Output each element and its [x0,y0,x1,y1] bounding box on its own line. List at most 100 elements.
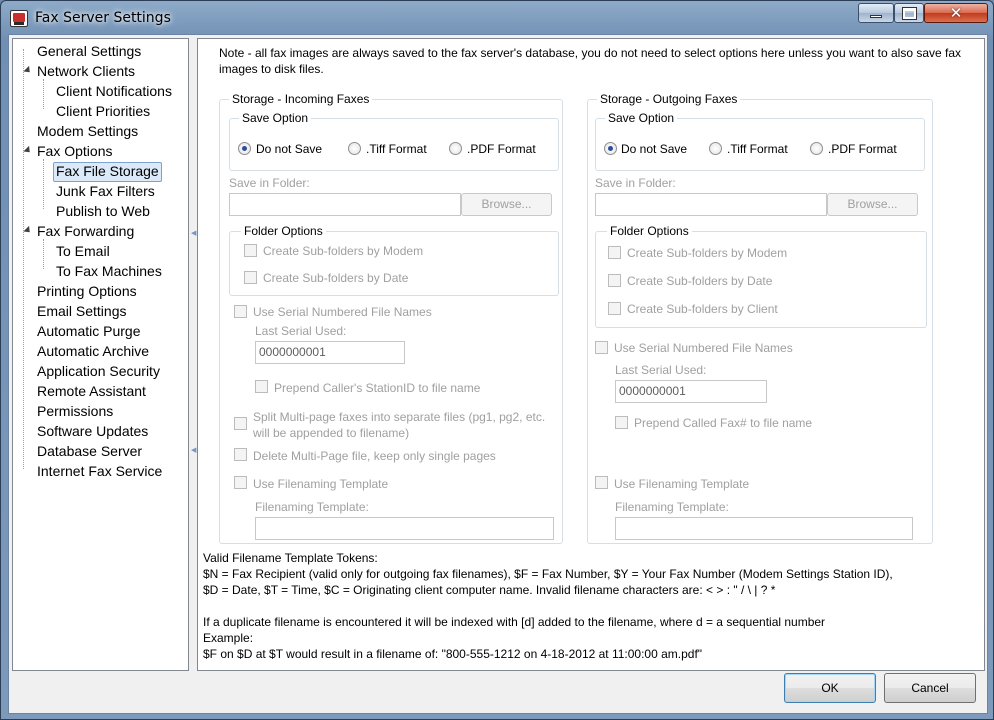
incoming-radio-tiff-label[interactable]: .Tiff Format [366,142,427,156]
incoming-serial-label[interactable]: Use Serial Numbered File Names [253,305,432,319]
tree-guide-line [43,239,44,269]
incoming-save-option-title: Save Option [239,111,312,125]
outgoing-template-field-label: Filenaming Template: [615,500,729,514]
incoming-radio-do-not-save-label[interactable]: Do not Save [256,142,322,156]
incoming-sub-modem-label[interactable]: Create Sub-folders by Modem [263,244,423,258]
outgoing-save-option-title: Save Option [605,111,678,125]
incoming-template-label[interactable]: Use Filenaming Template [253,477,388,491]
outgoing-radio-tiff[interactable] [709,142,722,155]
outgoing-folder-options-title: Folder Options [607,224,692,238]
tree-item-email-settings[interactable]: Email Settings [35,302,128,322]
outgoing-sub-client-label[interactable]: Create Sub-folders by Client [627,302,778,316]
outgoing-prepend-label[interactable]: Prepend Called Fax# to file name [634,416,812,430]
incoming-folder-input[interactable] [229,193,461,216]
tree-item-to-email[interactable]: To Email [54,242,112,262]
outgoing-last-serial-input[interactable]: 0000000001 [615,380,767,403]
dialog-body: General Settings Network Clients Client … [8,34,988,714]
fax-app-icon [10,10,28,27]
outgoing-sub-date-label[interactable]: Create Sub-folders by Date [627,274,772,288]
close-button[interactable]: ✕ [924,3,988,23]
expand-arrow-icon[interactable] [23,225,33,236]
help-line: $N = Fax Recipient (valid only for outgo… [203,567,893,581]
tree-guide-line [23,49,24,469]
tree-item-network-clients[interactable]: Network Clients [35,62,137,82]
outgoing-radio-pdf[interactable] [810,142,823,155]
outgoing-template-checkbox[interactable] [595,476,608,489]
splitter-arrow-icon: ◀ [191,230,197,237]
tree-item-modem-settings[interactable]: Modem Settings [35,122,140,142]
incoming-browse-button[interactable]: Browse... [461,193,552,216]
outgoing-radio-tiff-label[interactable]: .Tiff Format [727,142,788,156]
incoming-delete-multi-checkbox[interactable] [234,448,247,461]
incoming-radio-pdf-label[interactable]: .PDF Format [467,142,536,156]
outgoing-browse-button[interactable]: Browse... [827,193,918,216]
incoming-save-option-group: Save Option Do not Save .Tiff Format .PD… [229,111,559,171]
incoming-save-folder-label: Save in Folder: [229,176,310,190]
outgoing-sub-client-checkbox[interactable] [608,302,621,315]
incoming-sub-date-label[interactable]: Create Sub-folders by Date [263,271,408,285]
incoming-delete-multi-label[interactable]: Delete Multi-Page file, keep only single… [253,449,496,463]
outgoing-last-serial-label: Last Serial Used: [615,363,707,377]
tree-item-fax-options[interactable]: Fax Options [35,142,114,162]
tree-item-application-security[interactable]: Application Security [35,362,162,382]
outgoing-radio-do-not-save-label[interactable]: Do not Save [621,142,687,156]
incoming-template-input[interactable] [255,517,554,540]
settings-window: Fax Server Settings ✕ General Settings N… [0,0,994,720]
tree-item-junk-fax-filters[interactable]: Junk Fax Filters [54,182,157,202]
incoming-last-serial-input[interactable]: 0000000001 [255,341,405,364]
tree-item-software-updates[interactable]: Software Updates [35,422,150,442]
outgoing-template-input[interactable] [615,517,913,540]
outgoing-storage-title: Storage - Outgoing Faxes [597,92,741,106]
tree-item-printing-options[interactable]: Printing Options [35,282,139,302]
tree-item-internet-fax-service[interactable]: Internet Fax Service [35,462,164,482]
incoming-last-serial-label: Last Serial Used: [255,324,347,338]
tree-item-remote-assistant[interactable]: Remote Assistant [35,382,148,402]
expand-arrow-icon[interactable] [23,65,33,76]
incoming-split-label[interactable]: Split Multi-page faxes into separate fil… [253,409,558,441]
maximize-button[interactable] [894,3,924,23]
incoming-radio-do-not-save[interactable] [238,142,251,155]
help-line: $D = Date, $T = Time, $C = Originating c… [203,583,776,597]
tree-item-general-settings[interactable]: General Settings [35,42,143,62]
incoming-template-field-label: Filenaming Template: [255,500,369,514]
outgoing-prepend-checkbox[interactable] [615,416,628,429]
outgoing-sub-date-checkbox[interactable] [608,274,621,287]
settings-tree[interactable]: General Settings Network Clients Client … [12,38,189,671]
tree-item-client-priorities[interactable]: Client Priorities [54,102,152,122]
incoming-serial-checkbox[interactable] [234,305,247,318]
incoming-template-checkbox[interactable] [234,476,247,489]
tree-item-database-server[interactable]: Database Server [35,442,144,462]
incoming-radio-pdf[interactable] [449,142,462,155]
incoming-prepend-label[interactable]: Prepend Caller's StationID to file name [274,381,480,395]
incoming-sub-date-checkbox[interactable] [244,271,257,284]
panel-splitter[interactable]: ◀ ◀ [191,38,196,671]
outgoing-radio-do-not-save[interactable] [604,142,617,155]
tree-item-client-notifications[interactable]: Client Notifications [54,82,174,102]
tree-item-permissions[interactable]: Permissions [35,402,115,422]
tree-item-automatic-archive[interactable]: Automatic Archive [35,342,151,362]
outgoing-template-label[interactable]: Use Filenaming Template [614,477,749,491]
title-bar[interactable]: Fax Server Settings ✕ [1,1,993,35]
tree-item-publish-to-web[interactable]: Publish to Web [54,202,152,222]
tree-item-automatic-purge[interactable]: Automatic Purge [35,322,143,342]
incoming-split-checkbox[interactable] [234,417,247,430]
outgoing-serial-label[interactable]: Use Serial Numbered File Names [614,341,793,355]
cancel-button[interactable]: Cancel [884,673,976,703]
incoming-folder-options-group: Folder Options Create Sub-folders by Mod… [229,224,559,296]
incoming-prepend-checkbox[interactable] [255,380,268,393]
incoming-sub-modem-checkbox[interactable] [244,244,257,257]
outgoing-radio-pdf-label[interactable]: .PDF Format [828,142,897,156]
tree-item-fax-file-storage[interactable]: Fax File Storage [53,162,162,182]
ok-button[interactable]: OK [784,673,876,703]
outgoing-folder-input[interactable] [595,193,827,216]
tree-item-to-fax-machines[interactable]: To Fax Machines [54,262,164,282]
incoming-radio-tiff[interactable] [348,142,361,155]
tree-item-fax-forwarding[interactable]: Fax Forwarding [35,222,136,242]
minimize-button[interactable] [858,3,894,23]
outgoing-save-folder-label: Save in Folder: [595,176,676,190]
incoming-storage-group: Storage - Incoming Faxes Save Option Do … [219,92,563,544]
outgoing-sub-modem-checkbox[interactable] [608,246,621,259]
outgoing-sub-modem-label[interactable]: Create Sub-folders by Modem [627,246,787,260]
outgoing-serial-checkbox[interactable] [595,341,608,354]
expand-arrow-icon[interactable] [23,145,33,156]
